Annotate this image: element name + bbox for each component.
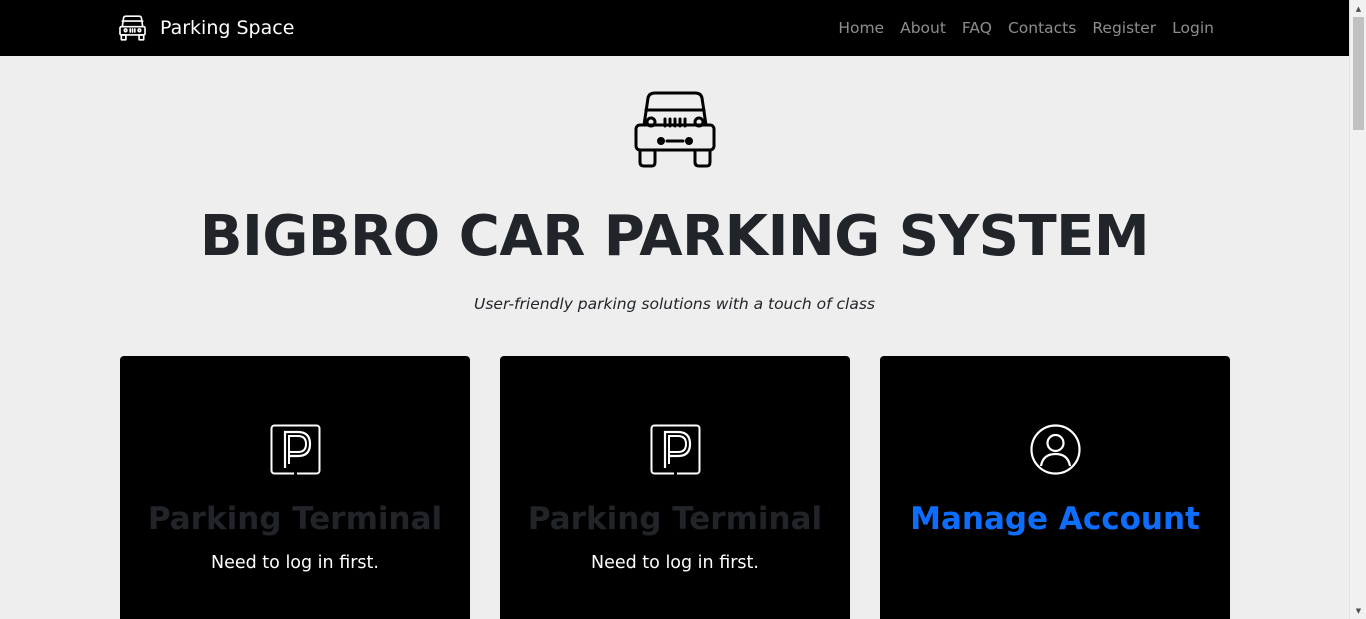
brand-link[interactable]: Parking Space: [119, 14, 294, 42]
card-parking-terminal-2: Parking Terminal Need to log in first.: [500, 356, 850, 619]
jeep-icon: [634, 90, 716, 168]
nav-home[interactable]: Home: [830, 17, 892, 39]
nav-contacts[interactable]: Contacts: [1000, 17, 1084, 39]
manage-account-link[interactable]: Manage Account: [880, 501, 1230, 537]
scrollbar-thumb[interactable]: [1353, 17, 1364, 130]
nav-about[interactable]: About: [892, 17, 954, 39]
page-subtitle: User-friendly parking solutions with a t…: [473, 295, 876, 313]
card-text: Need to log in first.: [591, 553, 759, 573]
parking-icon: [270, 424, 321, 475]
scroll-down-icon[interactable]: ▼: [1350, 602, 1366, 619]
user-circle-icon: [1030, 424, 1081, 475]
card-title: Parking Terminal: [527, 501, 823, 537]
card-text: Need to log in first.: [211, 553, 379, 573]
page-title: BIGBRO CAR PARKING SYSTEM: [199, 204, 1150, 269]
card-parking-terminal-1: Parking Terminal Need to log in first.: [120, 356, 470, 619]
nav-faq[interactable]: FAQ: [954, 17, 1000, 39]
card-manage-account: Manage Account: [880, 356, 1230, 619]
nav-login[interactable]: Login: [1164, 17, 1222, 39]
parking-icon: [650, 424, 701, 475]
brand-name: Parking Space: [160, 17, 295, 39]
navbar: Parking Space Home About FAQ Contacts Re…: [0, 0, 1349, 56]
vertical-scrollbar[interactable]: ▲ ▼: [1349, 0, 1366, 619]
nav-links: Home About FAQ Contacts Register Login: [830, 17, 1222, 39]
scroll-up-icon[interactable]: ▲: [1350, 0, 1366, 17]
nav-register[interactable]: Register: [1084, 17, 1164, 39]
jeep-icon: [119, 14, 146, 42]
card-title: Parking Terminal: [147, 501, 443, 537]
